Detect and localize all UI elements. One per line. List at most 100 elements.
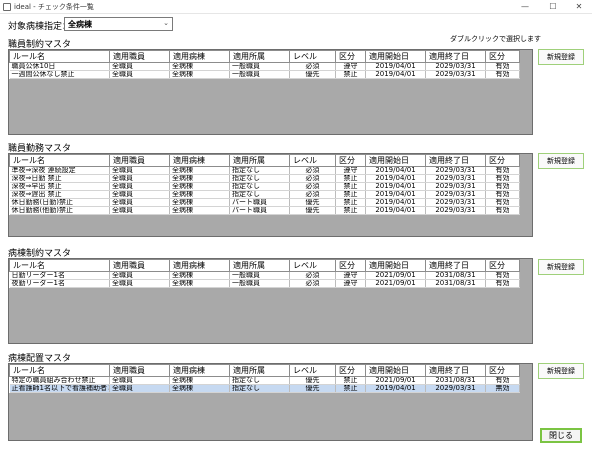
column-header-staff[interactable]: 適用職員 [109, 364, 170, 377]
cell-rule-name: 休日勤務(日勤)禁止 [9, 198, 110, 207]
title-bar: ideal - チェック条件一覧 — ☐ ✕ [0, 0, 592, 14]
cell-start-date: 2019/04/01 [365, 190, 426, 199]
column-header-end-date[interactable]: 適用終了日 [425, 50, 486, 63]
grid-ward-placement[interactable]: ルール名 適用職員 適用病棟 適用所属 レベル 区分 適用開始日 適用終了日 区分 特定の職員組み… [8, 363, 533, 441]
table-row[interactable]: 深夜⇒遅出 禁止 全職員 全病棟 指定なし 必須 禁止 2019/04/01 2029/03/… [9, 190, 520, 199]
column-header-category[interactable]: 区分 [335, 50, 366, 63]
column-header-ward[interactable]: 適用病棟 [169, 154, 230, 167]
cell-ward: 全病棟 [169, 190, 230, 199]
grid-ward-constraint[interactable]: ルール名 適用職員 適用病棟 適用所属 レベル 区分 適用開始日 適用終了日 区分 日勤リーダー1… [8, 258, 533, 344]
column-header-affiliation[interactable]: 適用所属 [229, 364, 290, 377]
column-header-affiliation[interactable]: 適用所属 [229, 50, 290, 63]
cell-affiliation: 指定なし [229, 182, 290, 191]
cell-ward: 全病棟 [169, 166, 230, 175]
column-header-ward[interactable]: 適用病棟 [169, 50, 230, 63]
column-header-end-date[interactable]: 適用終了日 [425, 259, 486, 272]
cell-status: 有効 [485, 62, 520, 71]
table-row[interactable]: 特定の職員組み合わせ禁止 全職員 全病棟 指定なし 優先 禁止 2021/09/01 2031… [9, 376, 520, 385]
chevron-down-icon: ⌄ [163, 19, 169, 27]
cell-category: 遵守 [335, 166, 366, 175]
cell-category: 禁止 [335, 384, 366, 393]
cell-end-date: 2029/03/31 [425, 62, 486, 71]
table-row[interactable]: 職員公休10日 全職員 全病棟 一般職員 必須 遵守 2019/04/01 2029/03/3… [9, 62, 520, 71]
table-row[interactable]: 休日勤務(日勤)禁止 全職員 全病棟 パート職員 優先 禁止 2019/04/01 2029/… [9, 198, 520, 207]
column-header-start-date[interactable]: 適用開始日 [365, 259, 426, 272]
table-header-row: ルール名 適用職員 適用病棟 適用所属 レベル 区分 適用開始日 適用終了日 区分 [9, 364, 520, 377]
cell-end-date: 2029/03/31 [425, 174, 486, 183]
ward-filter-label: 対象病棟指定： [8, 22, 72, 32]
ward-filter-value: 全病棟 [68, 20, 92, 29]
cell-level: 優先 [289, 198, 336, 207]
cell-staff: 全職員 [109, 62, 170, 71]
new-button-ward-constraint[interactable]: 新規登録 [538, 259, 584, 275]
cell-status: 無効 [485, 384, 520, 393]
column-header-level[interactable]: レベル [289, 364, 336, 377]
cell-end-date: 2029/03/31 [425, 190, 486, 199]
cell-start-date: 2021/09/01 [365, 279, 426, 288]
column-header-end-date[interactable]: 適用終了日 [425, 154, 486, 167]
column-header-start-date[interactable]: 適用開始日 [365, 154, 426, 167]
cell-level: 優先 [289, 376, 336, 385]
cell-start-date: 2019/04/01 [365, 384, 426, 393]
column-header-ward[interactable]: 適用病棟 [169, 364, 230, 377]
column-header-affiliation[interactable]: 適用所属 [229, 259, 290, 272]
app-icon [3, 3, 11, 11]
column-header-rule-name[interactable]: ルール名 [9, 364, 110, 377]
grid-staff-shift[interactable]: ルール名 適用職員 適用病棟 適用所属 レベル 区分 適用開始日 適用終了日 区分 準夜⇒深夜 連… [8, 153, 533, 237]
cell-affiliation: 一般職員 [229, 279, 290, 288]
column-header-start-date[interactable]: 適用開始日 [365, 364, 426, 377]
column-header-staff[interactable]: 適用職員 [109, 154, 170, 167]
table-row[interactable]: 日勤リーダー1名 全職員 全病棟 一般職員 必須 遵守 2021/09/01 2031/08/… [9, 271, 520, 280]
column-header-ward[interactable]: 適用病棟 [169, 259, 230, 272]
column-header-rule-name[interactable]: ルール名 [9, 259, 110, 272]
cell-ward: 全病棟 [169, 198, 230, 207]
ward-filter-select[interactable]: 全病棟 ⌄ [64, 17, 173, 31]
table-row[interactable]: 準夜⇒深夜 連続設定 全職員 全病棟 指定なし 必須 遵守 2019/04/01 2029/0… [9, 166, 520, 175]
table-row[interactable]: 深夜⇒日勤 禁止 全職員 全病棟 指定なし 必須 禁止 2019/04/01 2029/03/… [9, 174, 520, 183]
grid-staff-constraint[interactable]: ルール名 適用職員 適用病棟 適用所属 レベル 区分 適用開始日 適用終了日 区分 職員公休10日… [8, 49, 533, 135]
cell-rule-name: 夜勤リーダー1名 [9, 279, 110, 288]
cell-staff: 全職員 [109, 384, 170, 393]
column-header-status[interactable]: 区分 [485, 154, 520, 167]
window-title: ideal - チェック条件一覧 [14, 3, 94, 11]
column-header-level[interactable]: レベル [289, 154, 336, 167]
cell-category: 禁止 [335, 206, 366, 215]
cell-ward: 全病棟 [169, 271, 230, 280]
column-header-rule-name[interactable]: ルール名 [9, 50, 110, 63]
cell-status: 有効 [485, 174, 520, 183]
cell-status: 有効 [485, 198, 520, 207]
table-row[interactable]: 深夜⇒早出 禁止 全職員 全病棟 指定なし 必須 禁止 2019/04/01 2029/03/… [9, 182, 520, 191]
column-header-start-date[interactable]: 適用開始日 [365, 50, 426, 63]
cell-ward: 全病棟 [169, 279, 230, 288]
column-header-category[interactable]: 区分 [335, 259, 366, 272]
column-header-end-date[interactable]: 適用終了日 [425, 364, 486, 377]
column-header-level[interactable]: レベル [289, 50, 336, 63]
cell-status: 有効 [485, 271, 520, 280]
cell-ward: 全病棟 [169, 384, 230, 393]
table-row[interactable]: 休日勤務(他勤)禁止 全職員 全病棟 パート職員 優先 禁止 2019/04/01 2029/… [9, 206, 520, 215]
new-button-staff-constraint[interactable]: 新規登録 [538, 49, 584, 65]
table-row[interactable]: 正看護師1名以下で看護補助者３名以上禁止全職員全病棟指定なし優先禁止2019/0… [9, 384, 520, 393]
close-window-button[interactable]: ✕ [566, 0, 592, 13]
column-header-level[interactable]: レベル [289, 259, 336, 272]
new-button-staff-shift[interactable]: 新規登録 [538, 153, 584, 169]
column-header-status[interactable]: 区分 [485, 364, 520, 377]
cell-start-date: 2019/04/01 [365, 174, 426, 183]
column-header-category[interactable]: 区分 [335, 364, 366, 377]
minimize-button[interactable]: — [512, 0, 538, 13]
table-row[interactable]: 夜勤リーダー1名 全職員 全病棟 一般職員 必須 遵守 2021/09/01 2031/08/… [9, 279, 520, 288]
column-header-rule-name[interactable]: ルール名 [9, 154, 110, 167]
column-header-status[interactable]: 区分 [485, 50, 520, 63]
column-header-status[interactable]: 区分 [485, 259, 520, 272]
cell-level: 必須 [289, 279, 336, 288]
column-header-affiliation[interactable]: 適用所属 [229, 154, 290, 167]
table-row[interactable]: 一週間公休なし禁止 全職員 全病棟 一般職員 優先 禁止 2019/04/01 2029/03… [9, 70, 520, 79]
column-header-category[interactable]: 区分 [335, 154, 366, 167]
cell-rule-name: 深夜⇒早出 禁止 [9, 182, 110, 191]
close-button[interactable]: 閉じる [540, 428, 582, 443]
maximize-button[interactable]: ☐ [540, 0, 566, 13]
new-button-ward-placement[interactable]: 新規登録 [538, 363, 584, 379]
column-header-staff[interactable]: 適用職員 [109, 259, 170, 272]
column-header-staff[interactable]: 適用職員 [109, 50, 170, 63]
cell-end-date: 2031/08/31 [425, 271, 486, 280]
